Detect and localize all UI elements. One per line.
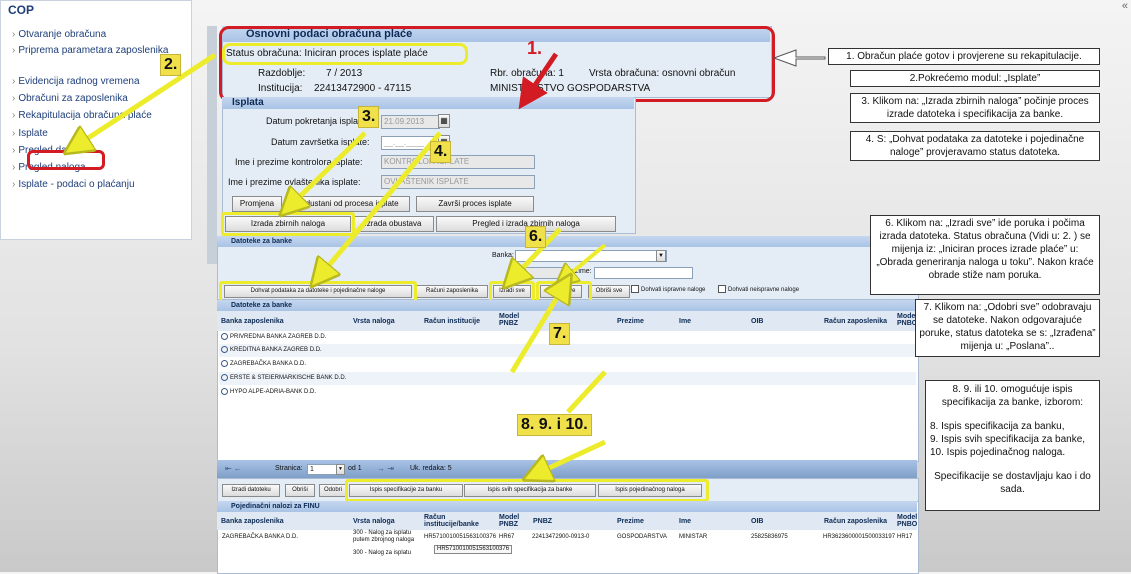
note-8: 8. 9. ili 10. omogućuje ispis specifikac… [925, 380, 1100, 511]
arrow-callout1 [772, 49, 826, 67]
step-8-label: 8. 9. i 10. [517, 414, 592, 436]
step-4-label: 4. [430, 141, 452, 163]
note-6: 6. Klikom na: „Izradi sve” ide poruka i … [870, 215, 1100, 295]
note-8-d: Specifikacije se dostavljaju kao i do sa… [934, 471, 1091, 495]
arrow-step1 [518, 52, 559, 110]
note-2: 2.Pokrećemo modul: „Isplate” [850, 70, 1100, 87]
arrow-step3 [290, 131, 367, 206]
note-1: 1. Obračun plaće gotov i provjerene su r… [828, 48, 1100, 65]
note-8-c: 10. Ispis pojedinačnog naloga. [930, 447, 1066, 458]
note-8-a: 8. Ispis specifikacija za banku, [930, 421, 1065, 432]
note-3: 3. Klikom na: „Izrada zbirnih naloga” po… [850, 93, 1100, 123]
step-7-label: 7. [549, 323, 571, 345]
step-3-label: 3. [358, 106, 380, 128]
arrow-step2 [76, 52, 217, 146]
step-6-label: 6. [525, 226, 547, 248]
note-8-b: 9. Ispis svih specifikacija za banke, [930, 434, 1086, 445]
note-8-title: 8. 9. ili 10. omogućuje ispis specifikac… [941, 384, 1084, 408]
note-4: 4. S: „Dohvat podataka za datoteke i poj… [850, 131, 1100, 161]
note-7: 7. Klikom na: „Odobri sve” odobravaju se… [915, 299, 1100, 357]
arrow-step8-top [566, 370, 607, 414]
arrow-step7 [564, 243, 607, 279]
step-2-label: 2. [160, 54, 182, 76]
step-1-label: 1. [527, 38, 543, 58]
arrow-step4 [320, 131, 442, 276]
arrow-step8 [536, 439, 607, 474]
